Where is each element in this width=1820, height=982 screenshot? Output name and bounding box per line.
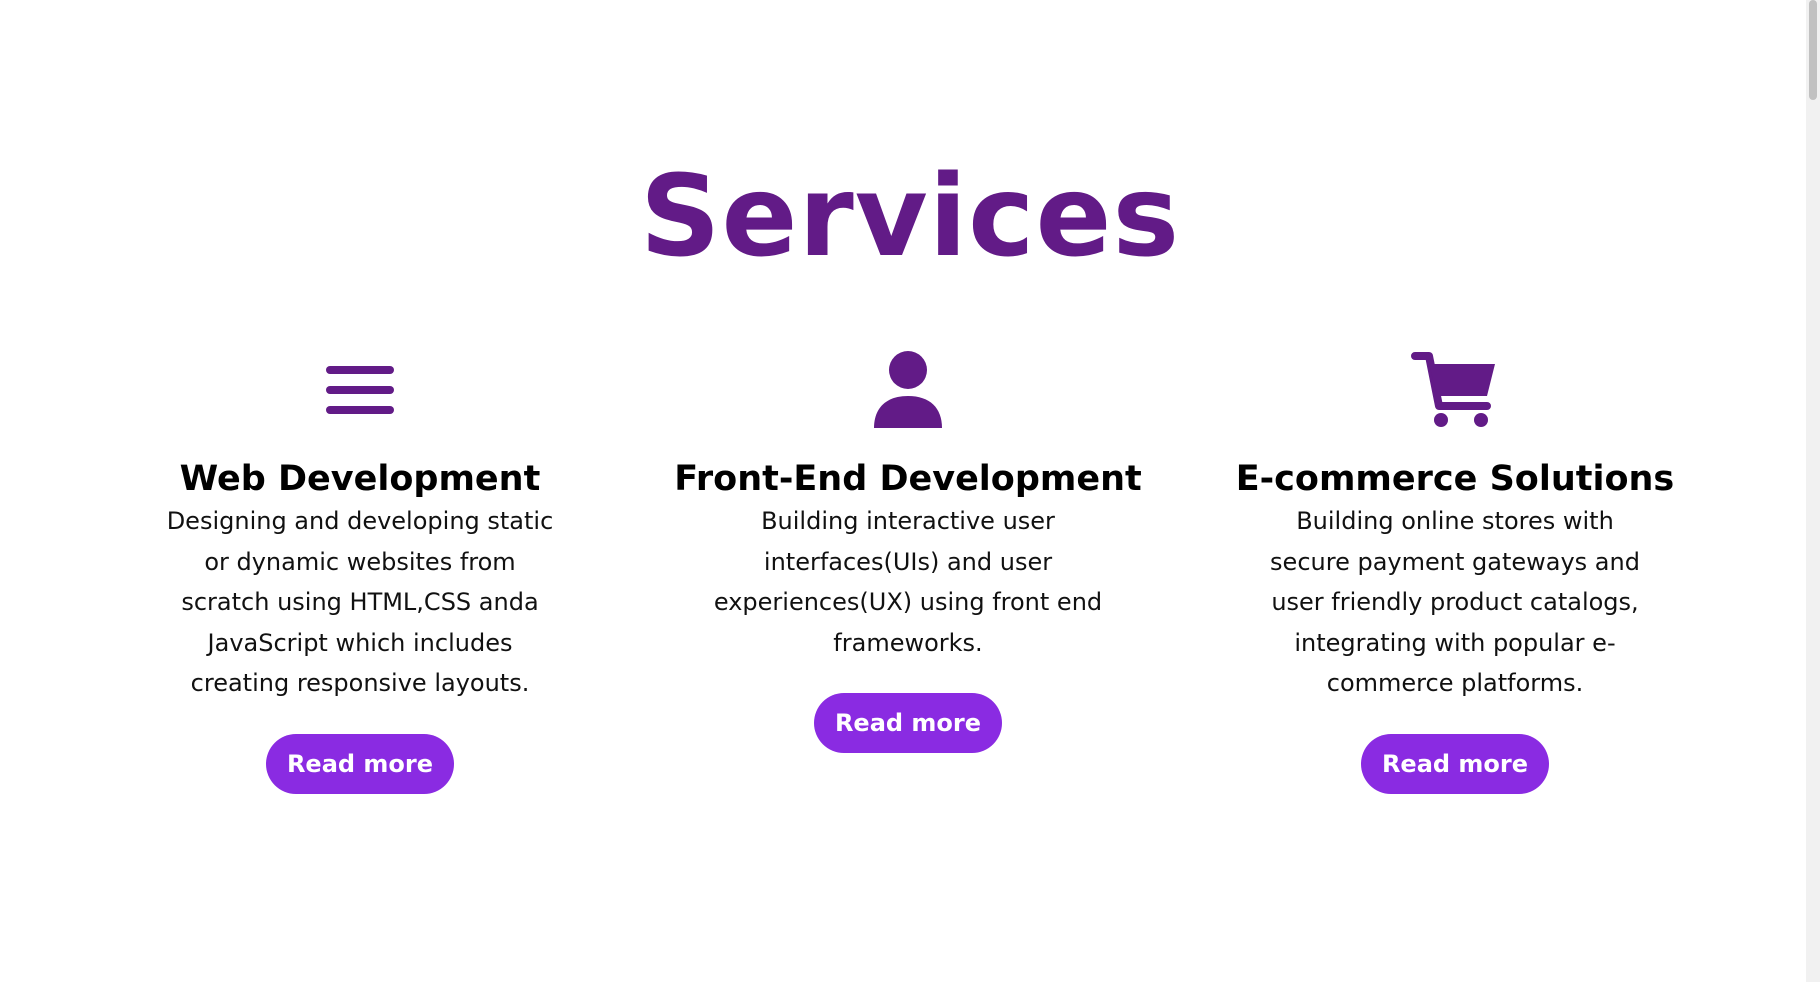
menu-bars-icon (315, 345, 405, 435)
service-card-front-end-development: Front-End Development Building interacti… (674, 345, 1142, 753)
read-more-button[interactable]: Read more (814, 693, 1002, 753)
service-card-web-development: Web Development Designing and developing… (150, 345, 570, 794)
service-description: Building online stores with secure payme… (1270, 507, 1640, 697)
shopping-cart-icon (1410, 345, 1500, 435)
read-more-button[interactable]: Read more (266, 733, 454, 794)
service-card-ecommerce-solutions: E-commerce Solutions Building online sto… (1236, 345, 1674, 794)
service-title: Web Development (179, 459, 541, 499)
service-title: E-commerce Solutions (1235, 459, 1675, 499)
vertical-scrollbar[interactable] (1806, 0, 1820, 982)
read-more-button[interactable]: Read more (1361, 733, 1549, 794)
page-title: Services (639, 152, 1181, 283)
service-description: Building interactive user interfaces(UIs… (713, 507, 1103, 657)
user-icon (863, 345, 953, 435)
service-description: Designing and developing static or dynam… (166, 507, 554, 697)
service-title: Front-End Development (674, 459, 1142, 499)
scrollbar-thumb[interactable] (1809, 0, 1817, 100)
